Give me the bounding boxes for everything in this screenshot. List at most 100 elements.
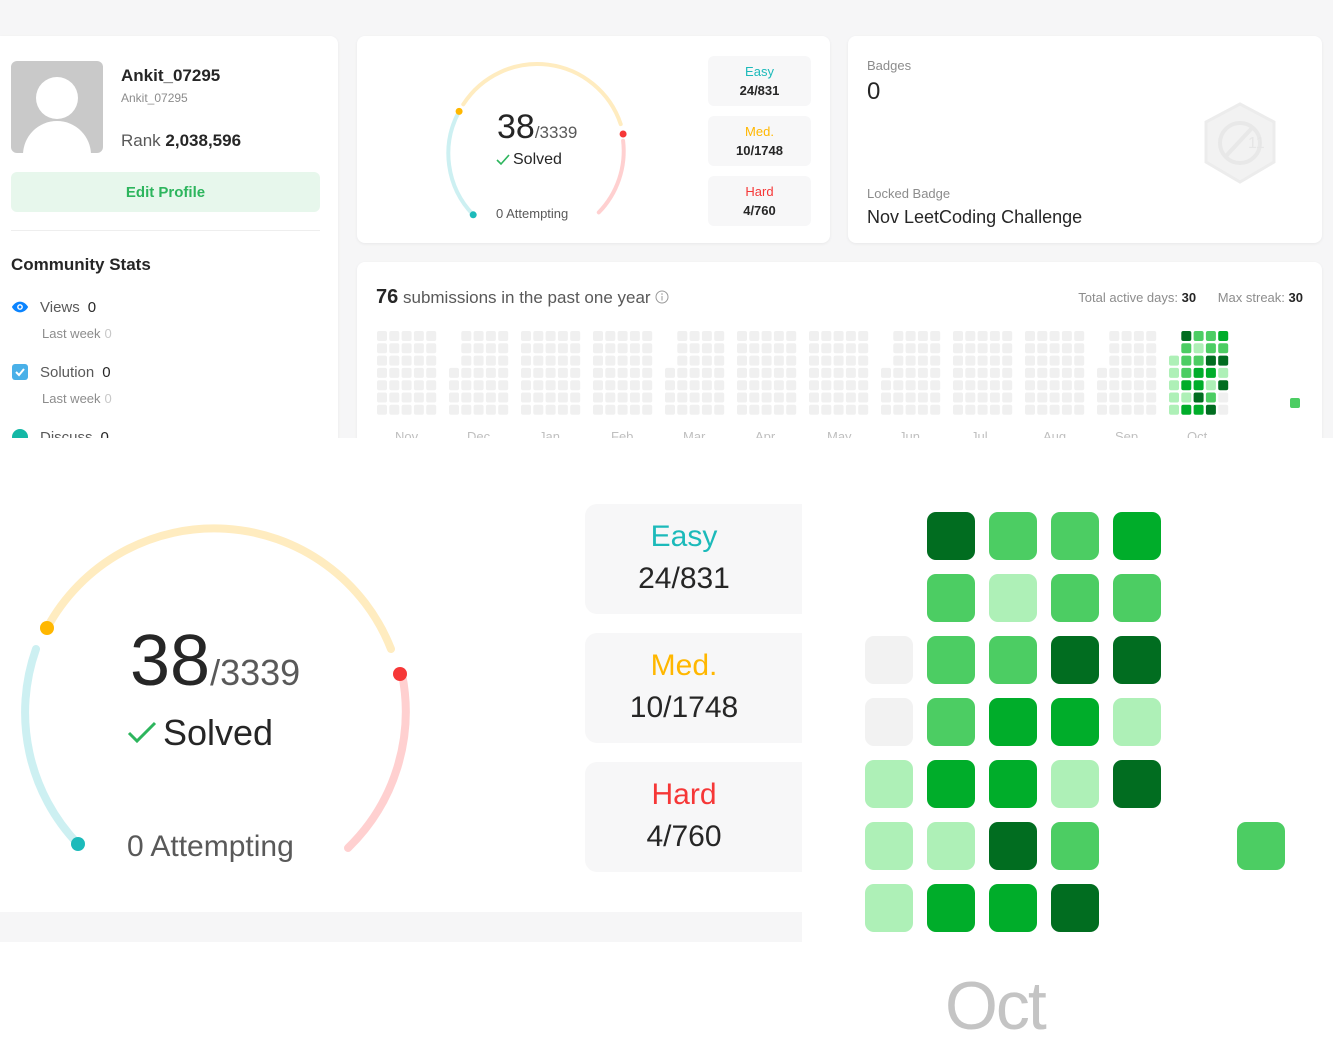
heatmap-cell[interactable] (533, 343, 544, 354)
heatmap-cell[interactable] (858, 392, 869, 403)
heatmap-cell[interactable] (426, 404, 437, 415)
heatmap-cell[interactable] (413, 355, 424, 366)
heatmap-cell[interactable] (905, 392, 916, 403)
heatmap-cell[interactable] (917, 380, 928, 391)
heatmap-cell[interactable] (570, 404, 581, 415)
heatmap-cell[interactable] (533, 392, 544, 403)
heatmap-cell[interactable] (977, 367, 988, 378)
heatmap-cell[interactable] (809, 404, 819, 415)
heatmap-cell[interactable] (1109, 392, 1120, 403)
heatmap-cell[interactable] (389, 367, 400, 378)
heatmap-cell[interactable] (677, 367, 688, 378)
heatmap-cell[interactable] (377, 367, 387, 378)
heatmap-cell[interactable] (677, 331, 688, 341)
zoom-heatmap-cell[interactable] (927, 884, 975, 932)
heatmap-cell-oct[interactable] (1181, 380, 1192, 391)
heatmap-cell[interactable] (1109, 331, 1120, 341)
heatmap-cell[interactable] (1146, 392, 1157, 403)
heatmap-cell[interactable] (401, 355, 412, 366)
heatmap-cell[interactable] (677, 343, 688, 354)
heatmap-cell[interactable] (593, 392, 603, 403)
heatmap-cell[interactable] (773, 367, 784, 378)
heatmap-cell[interactable] (1025, 343, 1035, 354)
heatmap-cell[interactable] (893, 355, 904, 366)
heatmap-cell[interactable] (833, 380, 844, 391)
heatmap-cell[interactable] (1074, 343, 1085, 354)
heatmap-cell[interactable] (642, 380, 653, 391)
zoom-heatmap-cell[interactable] (989, 698, 1037, 746)
heatmap-cell[interactable] (1133, 343, 1144, 354)
heatmap-cell[interactable] (917, 343, 928, 354)
heatmap-cell[interactable] (557, 331, 568, 341)
heatmap-cell[interactable] (930, 343, 941, 354)
heatmap-cell[interactable] (845, 380, 856, 391)
heatmap-cell[interactable] (521, 331, 531, 341)
heatmap-cell[interactable] (930, 380, 941, 391)
heatmap-cell[interactable] (557, 367, 568, 378)
heatmap-cell-oct[interactable] (1193, 404, 1204, 415)
heatmap-cell-oct[interactable] (1205, 331, 1216, 341)
heatmap-cell[interactable] (905, 380, 916, 391)
zoom-heatmap-cell[interactable] (989, 512, 1037, 560)
heatmap-cell[interactable] (1049, 367, 1060, 378)
heatmap-cell[interactable] (833, 331, 844, 341)
zoom-heatmap-cell[interactable] (1113, 760, 1161, 808)
heatmap-cell[interactable] (461, 392, 472, 403)
heatmap-cell[interactable] (689, 404, 700, 415)
heatmap-cell[interactable] (821, 331, 832, 341)
zoom-heatmap-cell[interactable] (865, 636, 913, 684)
heatmap-cell[interactable] (642, 404, 653, 415)
heatmap-cell[interactable] (701, 343, 712, 354)
heatmap-cell[interactable] (593, 343, 603, 354)
heatmap-cell[interactable] (689, 355, 700, 366)
zoom-heatmap-cell[interactable] (1113, 512, 1161, 560)
heatmap-cell[interactable] (1109, 404, 1120, 415)
heatmap-cell[interactable] (1061, 392, 1072, 403)
heatmap-cell[interactable] (749, 392, 760, 403)
heatmap-cell[interactable] (917, 367, 928, 378)
zoom-heatmap-cell[interactable] (927, 822, 975, 870)
heatmap-cell[interactable] (665, 380, 675, 391)
heatmap-cell[interactable] (1002, 380, 1013, 391)
heatmap-cell[interactable] (977, 380, 988, 391)
heatmap-cell[interactable] (749, 343, 760, 354)
heatmap-cell[interactable] (1037, 380, 1048, 391)
heatmap-cell[interactable] (809, 392, 819, 403)
zoom-heatmap-cell[interactable] (989, 574, 1037, 622)
heatmap-cell[interactable] (977, 392, 988, 403)
avatar[interactable] (11, 61, 103, 153)
heatmap-cell[interactable] (1109, 355, 1120, 366)
heatmap-cell[interactable] (1074, 331, 1085, 341)
heatmap-cell[interactable] (1037, 404, 1048, 415)
heatmap-cell[interactable] (689, 331, 700, 341)
heatmap-cell[interactable] (1097, 392, 1107, 403)
heatmap-cell[interactable] (881, 380, 891, 391)
heatmap-cell[interactable] (845, 331, 856, 341)
heatmap-cell[interactable] (917, 392, 928, 403)
heatmap-cell-oct[interactable] (1205, 355, 1216, 366)
heatmap-cell[interactable] (557, 355, 568, 366)
heatmap-cell[interactable] (845, 392, 856, 403)
heatmap-cell[interactable] (1109, 343, 1120, 354)
heatmap-cell[interactable] (449, 380, 459, 391)
heatmap-cell[interactable] (761, 367, 772, 378)
heatmap-cell-oct[interactable] (1181, 404, 1192, 415)
heatmap-cell[interactable] (557, 380, 568, 391)
heatmap-cell[interactable] (617, 331, 628, 341)
heatmap-cell[interactable] (461, 343, 472, 354)
heatmap-cell[interactable] (761, 355, 772, 366)
heatmap-cell[interactable] (473, 380, 484, 391)
heatmap-cell[interactable] (821, 380, 832, 391)
heatmap-cell[interactable] (642, 392, 653, 403)
heatmap-cell[interactable] (749, 404, 760, 415)
heatmap-cell[interactable] (821, 367, 832, 378)
heatmap-cell-oct[interactable] (1218, 331, 1229, 341)
heatmap-cell[interactable] (977, 331, 988, 341)
heatmap-cell[interactable] (1097, 380, 1107, 391)
zoom-heatmap-cell[interactable] (865, 822, 913, 870)
heatmap-cell[interactable] (449, 392, 459, 403)
heatmap-cell[interactable] (389, 331, 400, 341)
heatmap-cell[interactable] (761, 404, 772, 415)
heatmap-cell[interactable] (689, 380, 700, 391)
heatmap-cell[interactable] (821, 392, 832, 403)
